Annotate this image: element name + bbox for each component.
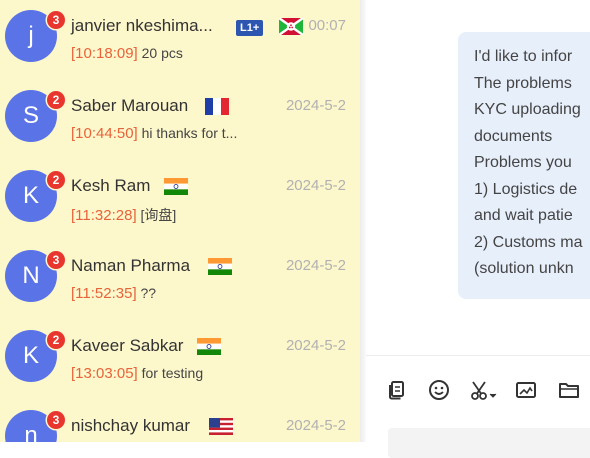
france-flag-icon: [205, 98, 229, 115]
conversation-row[interactable]: K 2 Kesh Ram 2024-5-2 [11:32:28] [询盘]: [0, 160, 360, 240]
message-preview: [11:52:35] ??: [71, 285, 156, 302]
message-timestamp: [10:44:50]: [71, 125, 138, 142]
conversation-row[interactable]: S 2 Saber Marouan 2024-5-2 [10:44:50] hi tha…: [0, 80, 360, 160]
message-line: documents: [474, 127, 553, 145]
message-line: 2) Customs ma: [474, 233, 583, 251]
composer-divider: [366, 355, 590, 356]
list-divider: [360, 0, 366, 442]
emoji-icon[interactable]: [426, 377, 452, 403]
last-message-date: 2024-5-2: [285, 417, 346, 434]
conversation-row[interactable]: j 3 janvier nkeshima... L1+ 00:07 [10:18:09] …: [0, 0, 360, 80]
contact-name: Kaveer Sabkar: [71, 336, 184, 355]
conversation-row[interactable]: n 3 nishchay kumar 2024-5-2: [0, 400, 360, 442]
message-line: (solution unkn: [474, 260, 574, 277]
last-message-date: 2024-5-2: [285, 177, 346, 194]
message-input[interactable]: [388, 428, 590, 458]
unread-badge: 3: [47, 11, 65, 29]
message-text: ??: [140, 285, 157, 301]
message-preview: [11:32:28] [询盘]: [71, 205, 176, 225]
contact-name: nishchay kumar: [71, 416, 191, 435]
message-line: and wait patie: [474, 207, 573, 224]
burundi-flag-icon: [279, 18, 303, 35]
last-message-date: 00:07: [308, 17, 346, 34]
contact-name: janvier nkeshima...: [71, 16, 213, 35]
message-text: 20 pcs: [141, 45, 183, 61]
message-line: 1) Logistics de: [474, 180, 578, 198]
message-timestamp: [10:18:09]: [71, 45, 138, 62]
last-message-date: 2024-5-2: [285, 337, 346, 354]
folder-icon[interactable]: [556, 377, 582, 403]
unread-badge: 2: [47, 171, 65, 189]
message-timestamp: [11:32:28]: [71, 207, 137, 224]
message-text: [询盘]: [140, 207, 177, 223]
india-flag-icon: [164, 178, 188, 195]
message-bubble: I'd like to infor The problems KYC uploadi…: [458, 32, 590, 299]
message-preview: [10:44:50] hi thanks for t...: [71, 125, 237, 142]
contact-name: Kesh Ram: [71, 176, 151, 195]
message-text: hi thanks for t...: [141, 125, 238, 141]
contact-name: Saber Marouan: [71, 96, 189, 115]
message-timestamp: [11:52:35]: [71, 285, 137, 302]
unread-badge: 3: [47, 411, 65, 429]
usa-flag-icon: [209, 418, 233, 435]
message-line: I'd like to infor: [474, 48, 573, 65]
file-copy-icon[interactable]: [384, 377, 410, 403]
last-message-date: 2024-5-2: [285, 97, 346, 114]
message-preview: [10:18:09] 20 pcs: [71, 45, 183, 62]
message-preview: [13:03:05] for testing: [71, 365, 203, 382]
last-message-date: 2024-5-2: [285, 257, 346, 274]
scissors-icon[interactable]: [468, 377, 498, 403]
image-icon[interactable]: [513, 377, 539, 403]
message-line: KYC uploading: [474, 101, 581, 118]
india-flag-icon: [197, 338, 221, 355]
conversation-list[interactable]: j 3 janvier nkeshima... L1+ 00:07 [10:18:09] …: [0, 0, 360, 442]
unread-badge: 2: [47, 91, 65, 109]
unread-badge: 3: [47, 251, 65, 269]
unread-badge: 2: [47, 331, 65, 349]
message-timestamp: [13:03:05]: [71, 365, 138, 382]
message-line: Problems you: [474, 154, 572, 171]
message-line: The problems: [474, 74, 572, 92]
conversation-row[interactable]: N 3 Naman Pharma 2024-5-2 [11:52:35] ??: [0, 240, 360, 320]
level-tag: L1+: [236, 20, 264, 36]
message-text: for testing: [141, 365, 204, 381]
conversation-row[interactable]: K 2 Kaveer Sabkar 2024-5-2 [13:03:05] for te…: [0, 320, 360, 400]
india-flag-icon: [208, 258, 232, 275]
contact-name: Naman Pharma: [71, 256, 191, 275]
